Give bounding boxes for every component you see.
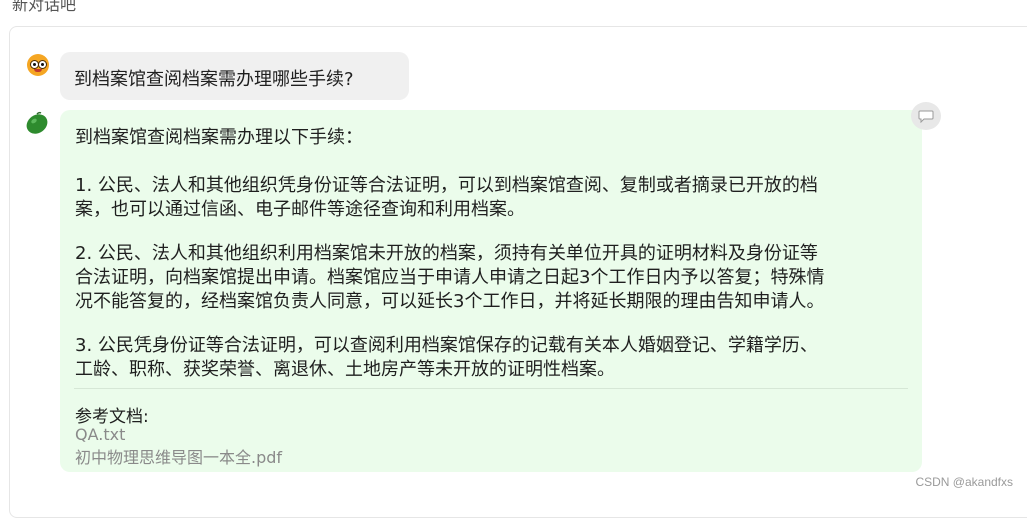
answer-line: 3. 公民凭身份证等合法证明，可以查阅利用档案馆保存的记载有关本人婚姻登记、学籍…	[75, 335, 818, 356]
comment-icon	[918, 110, 934, 123]
answer-line: 况不能答复的，经档案馆负责人同意，可以延长3个工作日，并将延长期限的理由告知申请…	[75, 291, 825, 312]
answer-intro: 到档案馆查阅档案需办理以下手续：	[75, 127, 363, 148]
reference-link-qa[interactable]: QA.txt	[75, 425, 125, 444]
bot-avatar-icon	[26, 111, 48, 134]
copy-button[interactable]	[911, 102, 941, 130]
reference-link-pdf[interactable]: 初中物理思维导图一本全.pdf	[75, 444, 282, 468]
user-message-text: 到档案馆查阅档案需办理哪些手续?	[74, 69, 354, 90]
answer-line: 1. 公民、法人和其他组织凭身份证等合法证明，可以到档案馆查阅、复制或者摘录已开…	[75, 175, 818, 196]
answer-line: 2. 公民、法人和其他组织利用档案馆未开放的档案，须持有关单位开具的证明材料及身…	[75, 243, 818, 264]
answer-line: 工龄、职称、获奖荣誉、离退休、土地房产等未开放的证明性档案。	[75, 359, 615, 380]
references-divider	[74, 388, 908, 389]
previous-message-fragment: 新对话吧	[12, 0, 77, 14]
answer-line: 案，也可以通过信函、电子邮件等途径查询和利用档案。	[75, 199, 525, 220]
answer-line: 合法证明，向档案馆提出申请。档案馆应当于申请人申请之日起3个工作日内予以答复；特…	[75, 267, 825, 288]
watermark: CSDN @akandfxs	[915, 475, 1013, 489]
user-avatar-icon	[27, 54, 49, 76]
references-title: 参考文档:	[75, 407, 149, 427]
